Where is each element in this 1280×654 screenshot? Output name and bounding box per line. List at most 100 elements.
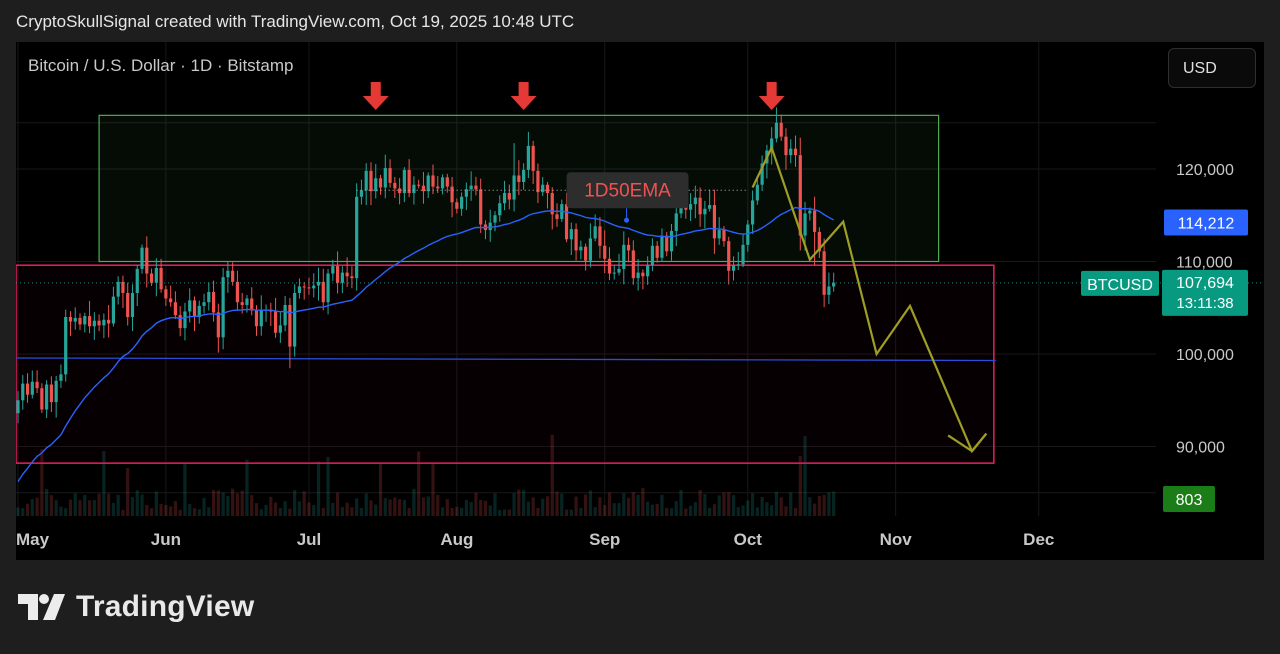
volume-bar (302, 491, 306, 516)
volume-bar (460, 507, 464, 516)
volume-bar (541, 498, 545, 516)
candle-body (107, 319, 111, 324)
volume-bar (784, 506, 788, 516)
candle-body (574, 229, 578, 251)
candle-body (717, 230, 721, 239)
candle-body (417, 184, 421, 186)
candle-body (660, 235, 664, 258)
x-tick-label: Jun (151, 530, 181, 549)
candle-body (364, 170, 368, 191)
ema-label-dot (624, 217, 630, 223)
candle-body (350, 276, 354, 279)
candle-body (798, 155, 802, 236)
currency-button[interactable]: USD (1168, 48, 1256, 88)
volume-bar (588, 490, 592, 516)
candle-body (340, 272, 344, 283)
volume-bar (421, 497, 426, 516)
ema-value-label: 114,212 (1178, 216, 1235, 233)
countdown-label: 13:11:38 (1176, 295, 1233, 312)
price-chart[interactable]: 1D50EMA 90,000 100,000 110,000 120,000 May Ju… (16, 42, 1264, 560)
candle-body (688, 204, 693, 210)
volume-bar (808, 497, 812, 516)
candle-body (378, 178, 383, 188)
candle-body (746, 224, 750, 245)
candle-body (517, 175, 521, 182)
volume-bar (264, 504, 268, 516)
candle-body (455, 202, 459, 209)
candle-body (192, 300, 197, 317)
volume-bar (64, 508, 68, 516)
candle-body (54, 380, 58, 403)
tradingview-logo[interactable]: TradingView (18, 590, 254, 624)
candle-body (541, 184, 545, 193)
arrow-down-icon-1 (362, 82, 389, 110)
volume-bar (235, 493, 240, 516)
volume-bar (283, 501, 287, 516)
candle-body (474, 185, 478, 190)
candle-body (598, 226, 602, 246)
candle-body (16, 400, 20, 414)
volume-bar (369, 500, 373, 516)
candle-body (45, 384, 49, 410)
candle-body (111, 296, 115, 324)
volume-bar (598, 497, 602, 516)
volume-bar (35, 497, 39, 516)
volume-bar (779, 497, 783, 516)
volume-bar (827, 492, 831, 516)
volume-bar (498, 509, 502, 516)
volume-bar (164, 504, 168, 516)
volume-bar (674, 501, 678, 516)
candle-body (235, 281, 240, 303)
volume-bar (231, 488, 235, 516)
candle-body (359, 190, 364, 197)
volume-bar (703, 494, 707, 516)
chart-panel[interactable]: 1D50EMA 90,000 100,000 110,000 120,000 May Ju… (16, 42, 1264, 560)
candle-body (49, 384, 53, 403)
candle-body (526, 145, 530, 170)
volume-bar (708, 507, 712, 516)
ema-label-text: 1D50EMA (584, 180, 671, 201)
volume-bar (631, 492, 635, 516)
volume-bar (746, 500, 750, 516)
candle-body (331, 266, 335, 274)
candle-body (278, 325, 282, 333)
candle-body (779, 122, 783, 137)
candle-body (259, 310, 263, 327)
volume-bar (240, 490, 244, 516)
volume-bar (712, 504, 717, 516)
volume-bar (221, 492, 225, 516)
candle-body (145, 247, 149, 274)
candle-body (665, 235, 669, 252)
candle-body (383, 168, 387, 188)
volume-bar (183, 462, 187, 516)
volume-bar (512, 493, 516, 516)
candle-body (669, 230, 674, 252)
candle-body (736, 264, 740, 266)
volume-bar (364, 493, 368, 516)
volume-bar (49, 495, 53, 516)
candle-body (450, 186, 454, 203)
volume-bar (455, 506, 459, 516)
volume-bar (626, 497, 631, 516)
volume-bar (660, 494, 664, 516)
candle-body (626, 244, 631, 251)
volume-bar (331, 502, 335, 516)
candle-body (345, 272, 349, 277)
candle-body (426, 175, 430, 192)
symbol-title: Bitcoin / U.S. Dollar · 1D · Bitstamp (28, 56, 294, 75)
volume-bar (750, 493, 755, 516)
candle-body (440, 177, 445, 189)
candle-body (827, 286, 831, 295)
volume-bar (21, 508, 25, 516)
volume-bar (388, 499, 392, 516)
volume-bar (412, 488, 416, 516)
candle-body (498, 203, 502, 216)
candle-body (159, 267, 163, 290)
candle-body (64, 317, 68, 375)
volume-bar (436, 495, 440, 516)
volume-bar (140, 494, 144, 516)
volume-bar (135, 490, 139, 516)
candle-body (512, 175, 516, 200)
volume-bar (111, 502, 115, 516)
y-tick-label: 100,000 (1176, 347, 1234, 364)
